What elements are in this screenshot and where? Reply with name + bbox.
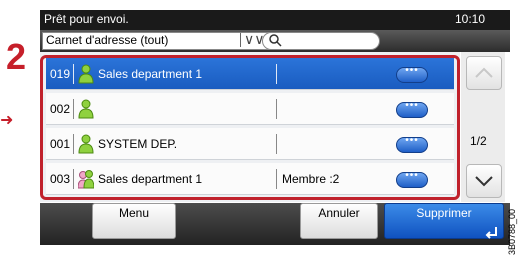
menu-button[interactable]: Menu <box>92 203 176 239</box>
search-icon <box>269 34 282 47</box>
scroll-up-button[interactable] <box>466 56 502 90</box>
address-book-filter-label: Carnet d'adresse (tout) <box>46 33 169 47</box>
scroll-down-button[interactable] <box>466 164 502 198</box>
page-indicator: 1/2 <box>470 134 487 148</box>
callout-arrow: ➜ <box>0 112 14 129</box>
status-message: Prêt pour envoi. <box>44 12 129 26</box>
filter-divider <box>240 33 241 47</box>
status-time: 10:10 <box>455 12 486 26</box>
cancel-button[interactable]: Annuler <box>300 203 378 239</box>
chevron-up-icon <box>475 67 493 78</box>
highlight-frame <box>40 55 460 200</box>
figure-code: 3B0788_00 <box>507 208 517 255</box>
enter-icon <box>485 227 497 239</box>
chevron-down-icon <box>475 176 493 187</box>
step-number: 2 <box>6 36 27 77</box>
